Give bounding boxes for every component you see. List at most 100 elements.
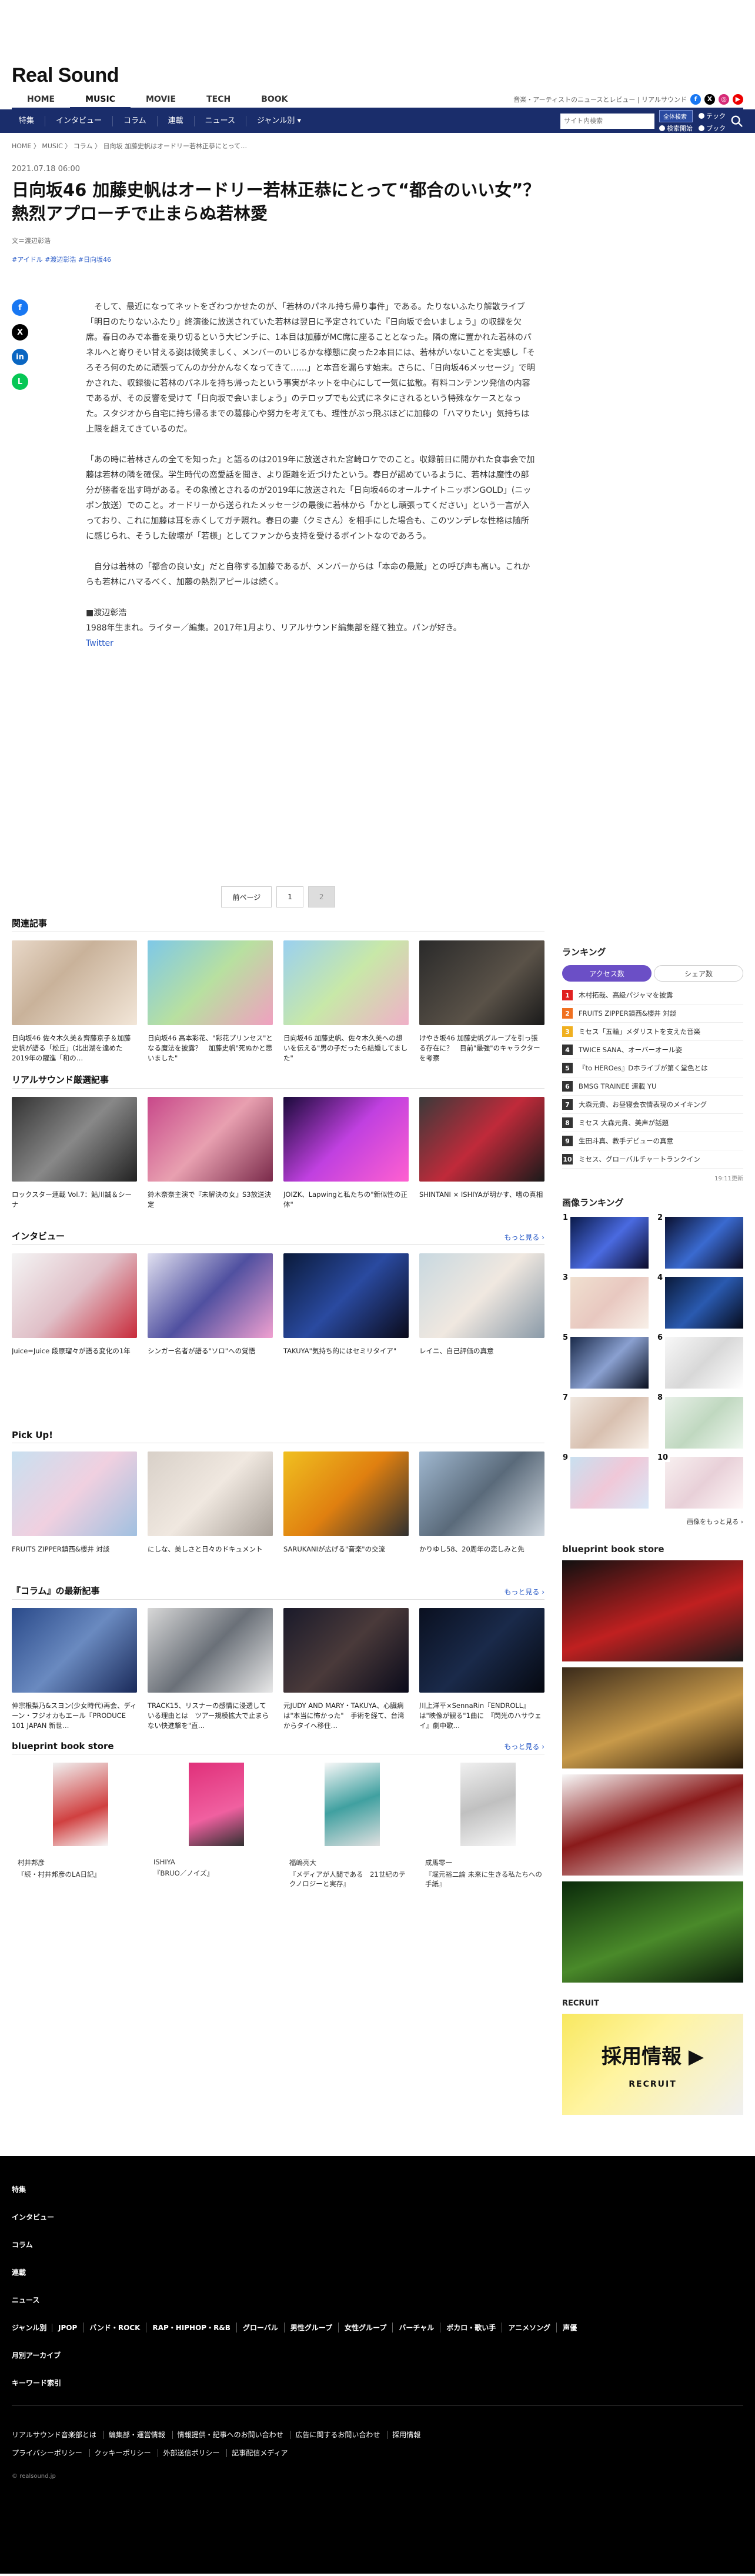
page-2-button[interactable]: 2 xyxy=(308,886,335,907)
ranking-item[interactable]: 1 木村拓哉、高級パジャマを披露 xyxy=(562,986,743,1005)
subnav-column[interactable]: コラム xyxy=(112,116,157,126)
genre-link[interactable]: RAP・HIPHOP・R&B xyxy=(146,2323,236,2333)
footer-link[interactable]: 月別アーカイブ xyxy=(12,2350,743,2360)
facebook-icon[interactable]: f xyxy=(12,299,28,316)
genre-link[interactable]: 男性グループ xyxy=(283,2323,338,2333)
site-logo[interactable]: Real Sound xyxy=(12,64,119,87)
footer-link[interactable]: 特集 xyxy=(12,2184,743,2194)
tab-share[interactable]: シェア数 xyxy=(654,965,743,982)
search-option-start[interactable]: 検索開始 xyxy=(659,124,693,133)
footer-policy-link[interactable]: 記事配信メディア xyxy=(226,2449,293,2457)
facebook-icon[interactable]: f xyxy=(690,94,701,105)
article-tags[interactable]: #アイドル #渡辺彰浩 #日向坂46 xyxy=(12,255,544,264)
subnav-genre[interactable]: ジャンル別 ▾ xyxy=(246,116,312,126)
article-card[interactable]: JOIZK、Lapwingと私たちの"新似性の正体" xyxy=(283,1097,409,1220)
article-card[interactable]: TRACK15、リスナーの感情に浸透している理由とは ツアー規模拡大で止まらない… xyxy=(148,1608,273,1731)
footer-link[interactable]: ニュース xyxy=(12,2295,743,2305)
article-card[interactable]: 川上洋平×SennaRin『ENDROLL』は"映像が観る"1曲に 『閃光のハサ… xyxy=(419,1608,544,1731)
image-rank-item[interactable]: 9 xyxy=(561,1453,649,1509)
ranking-item[interactable]: 5 『to HEROes』Dホライブが第く堂色とは xyxy=(562,1059,743,1077)
article-card[interactable]: FRUITS ZIPPER鎮西&櫻井 対談 xyxy=(12,1451,137,1575)
search-all-button[interactable]: 全体検索 xyxy=(659,109,693,122)
subnav-news[interactable]: ニュース xyxy=(193,116,246,126)
genre-link[interactable]: バーチャル xyxy=(392,2323,440,2333)
x-icon[interactable]: X xyxy=(12,324,28,341)
article-card[interactable]: SARUKANIが広げる"音楽"の交流 xyxy=(283,1451,409,1575)
subnav-series[interactable]: 連載 xyxy=(156,116,194,126)
gnav-movie[interactable]: MOVIE xyxy=(131,90,191,109)
article-card[interactable]: レイニ、自己評価の真意 xyxy=(419,1253,544,1377)
ranking-item[interactable]: 6 BMSG TRAINEE 連載 YU xyxy=(562,1077,743,1096)
ranking-item[interactable]: 10 ミセス、グローバルチャートランクイン xyxy=(562,1150,743,1169)
book-banner[interactable] xyxy=(562,1774,743,1876)
book-item[interactable]: 村井邦彦 『続・村井邦彦のLA日記』 xyxy=(12,1763,137,1888)
line-icon[interactable]: L xyxy=(12,373,28,390)
author-twitter-link[interactable]: Twitter xyxy=(86,639,113,648)
more-link[interactable]: もっと見る › xyxy=(504,1587,544,1597)
instagram-icon[interactable]: ◎ xyxy=(719,94,729,105)
article-card[interactable]: 日向坂46 高本彩花、"彩花プリンセス"となる魔法を披露？ 加藤史帆"死ぬかと思… xyxy=(148,940,273,1064)
subnav-interview[interactable]: インタビュー xyxy=(45,116,112,126)
book-banner[interactable] xyxy=(562,1881,743,1983)
image-rank-item[interactable]: 8 xyxy=(656,1393,743,1449)
book-item[interactable]: ISHIYA 『BRUO／ノイズ』 xyxy=(148,1763,273,1888)
article-card[interactable]: SHINTANI × ISHIYAが明かす、嗜の真相 xyxy=(419,1097,544,1220)
article-card[interactable]: 元JUDY AND MARY・TAKUYA、心臓病は"本当に怖かった" 手術を経… xyxy=(283,1608,409,1731)
image-rank-item[interactable]: 6 xyxy=(656,1333,743,1389)
footer-policy-link[interactable]: 外部送信ポリシー xyxy=(158,2449,225,2457)
breadcrumb[interactable]: HOME 〉 MUSIC 〉 コラム 〉 日向坂 加藤史帆はオードリー若林正恭に… xyxy=(12,133,743,155)
search-input[interactable] xyxy=(560,114,654,129)
footer-info-link[interactable]: 編集部・運営情報 xyxy=(103,2431,170,2439)
article-card[interactable]: ロックスター連載 Vol.7：鮎川誠＆シーナ xyxy=(12,1097,137,1220)
genre-link[interactable]: JPOP xyxy=(52,2323,83,2332)
more-link[interactable]: もっと見る › xyxy=(504,1232,544,1242)
gnav-home[interactable]: HOME xyxy=(12,90,70,109)
tab-access[interactable]: アクセス数 xyxy=(562,965,652,982)
article-card[interactable]: Juice=Juice 段原瑠々が語る変化の1年 xyxy=(12,1253,137,1377)
youtube-icon[interactable]: ▶ xyxy=(733,94,743,105)
article-card[interactable]: 鈴木奈奈主演で『未解決の女』S3放送決定 xyxy=(148,1097,273,1220)
article-card[interactable]: にしな、美しさと日々のドキュメント xyxy=(148,1451,273,1575)
search-option-book[interactable]: ブック xyxy=(699,124,726,133)
more-link[interactable]: もっと見る › xyxy=(504,1741,544,1751)
footer-info-link[interactable]: 情報提供・記事へのお問い合わせ xyxy=(172,2431,288,2439)
article-card[interactable]: TAKUYA"気持ち的にはセミリタイア" xyxy=(283,1253,409,1377)
article-card[interactable]: 仲宗根梨乃&スヨン(少女時代)再会、ディーン・フジオカもエール『PRODUCE … xyxy=(12,1608,137,1731)
genre-link[interactable]: 女性グループ xyxy=(338,2323,392,2333)
image-rank-item[interactable]: 10 xyxy=(656,1453,743,1509)
gnav-book[interactable]: BOOK xyxy=(246,90,303,109)
footer-policy-link[interactable]: プライバシーポリシー xyxy=(12,2449,87,2457)
image-rank-item[interactable]: 1 xyxy=(561,1213,649,1269)
ranking-item[interactable]: 2 FRUITS ZIPPER鎮西&櫻井 対談 xyxy=(562,1005,743,1023)
footer-link[interactable]: コラム xyxy=(12,2240,743,2250)
image-more-link[interactable]: 画像をもっと見る › xyxy=(562,1517,743,1526)
book-item[interactable]: 福嶋亮大 『メディアが人間である 21世紀のテクノロジーと実存』 xyxy=(283,1763,409,1888)
genre-link[interactable]: アニメソング xyxy=(502,2323,556,2333)
ranking-item[interactable]: 3 ミセス「五輪」メダリストを支えた音楽 xyxy=(562,1023,743,1041)
gnav-tech[interactable]: TECH xyxy=(191,90,246,109)
footer-policy-link[interactable]: クッキーポリシー xyxy=(89,2449,156,2457)
ranking-item[interactable]: 8 ミセス 大森元貴、美声が話題 xyxy=(562,1114,743,1132)
footer-info-link[interactable]: 採用情報 xyxy=(387,2431,426,2439)
linkedin-icon[interactable]: in xyxy=(12,349,28,365)
search-option-tech[interactable]: テック xyxy=(699,110,726,122)
page-1-button[interactable]: 1 xyxy=(276,886,303,907)
ranking-item[interactable]: 7 大森元貴、お昼寝会衣情表現のメイキング xyxy=(562,1096,743,1114)
recruit-banner[interactable]: 採用情報 ▶ RECRUIT xyxy=(562,2014,743,2115)
book-item[interactable]: 成馬零一 『堀元裕二論 未来に生きる私たちへの手紙』 xyxy=(419,1763,544,1888)
image-rank-item[interactable]: 4 xyxy=(656,1273,743,1329)
footer-link[interactable]: インタビュー xyxy=(12,2212,743,2222)
image-rank-item[interactable]: 5 xyxy=(561,1333,649,1389)
genre-link[interactable]: バンド・ROCK xyxy=(83,2323,146,2333)
gnav-music[interactable]: MUSIC xyxy=(70,90,131,109)
book-banner[interactable] xyxy=(562,1667,743,1769)
prev-page-button[interactable]: 前ページ xyxy=(221,886,272,907)
article-card[interactable]: 日向坂46 加藤史帆、佐々木久美への想いを伝える"男の子だったら結婚してました" xyxy=(283,940,409,1064)
article-card[interactable]: シンガー名者が語る"ソロ"への覚悟 xyxy=(148,1253,273,1377)
article-card[interactable]: けやき坂46 加藤史帆グループを引っ張る存在に？ 目前"最強"のキャラクターを考… xyxy=(419,940,544,1064)
book-banner[interactable] xyxy=(562,1560,743,1661)
image-rank-item[interactable]: 7 xyxy=(561,1393,649,1449)
ranking-item[interactable]: 4 TWICE SANA、オーバーオール姿 xyxy=(562,1041,743,1059)
footer-info-link[interactable]: リアルサウンド音楽部とは xyxy=(12,2431,101,2439)
article-card[interactable]: 日向坂46 佐々木久美＆齊藤京子＆加藤史帆が語る「松丘」(北出湖を達めた2019… xyxy=(12,940,137,1064)
